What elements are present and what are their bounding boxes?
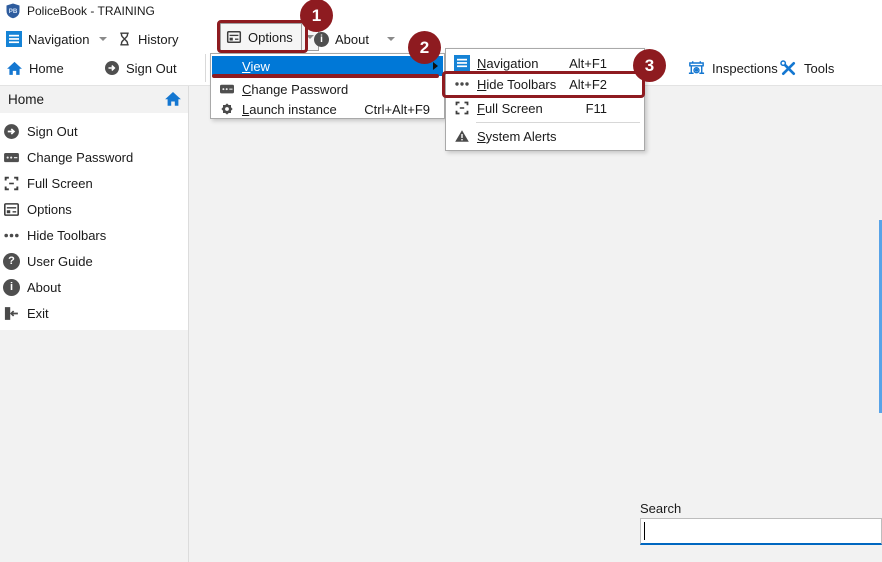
tools-label: Tools bbox=[804, 61, 834, 76]
arrow-circle-icon bbox=[104, 60, 120, 76]
exit-icon bbox=[3, 305, 20, 322]
menu-shortcut: Ctrl+Alt+F9 bbox=[364, 102, 443, 117]
sign-out-button[interactable]: Sign Out bbox=[100, 55, 181, 81]
menu-item-label: Change Password bbox=[242, 82, 443, 97]
sidebar-item-exit[interactable]: Exit bbox=[0, 300, 188, 326]
inspections-button[interactable]: Inspections bbox=[683, 55, 782, 81]
annotation-box-options bbox=[217, 20, 308, 53]
fullscreen-icon bbox=[454, 100, 470, 116]
home-button[interactable]: Home bbox=[2, 55, 68, 81]
question-icon: ? bbox=[3, 253, 20, 270]
hamburger-icon bbox=[6, 31, 22, 47]
about-label: About bbox=[335, 32, 369, 47]
submenu-item-system-alerts[interactable]: System Alerts bbox=[447, 126, 643, 146]
info-circle-icon: i bbox=[314, 32, 329, 47]
navigation-button[interactable]: Navigation bbox=[2, 26, 111, 52]
tools-button[interactable]: Tools bbox=[775, 55, 838, 81]
arrow-circle-icon bbox=[3, 123, 20, 140]
menu-item-label: Full Screen bbox=[477, 101, 586, 116]
sidebar-item-options[interactable]: Options bbox=[0, 196, 188, 222]
main-content-area bbox=[189, 86, 882, 562]
menu-item-label: Launch instance bbox=[242, 102, 364, 117]
history-label: History bbox=[138, 32, 178, 47]
view-submenu: Navigation Alt+F1 Hide Toolbars Alt+F2 F… bbox=[445, 48, 645, 151]
warning-triangle-icon bbox=[454, 128, 470, 144]
home-label: Home bbox=[29, 61, 64, 76]
menu-separator bbox=[476, 122, 640, 123]
window-title: PoliceBook - TRAINING bbox=[27, 4, 155, 18]
password-icon bbox=[219, 81, 235, 97]
sidebar-item-user-guide[interactable]: ? User Guide bbox=[0, 248, 188, 274]
sidebar-item-about[interactable]: i About bbox=[0, 274, 188, 300]
navigation-label: Navigation bbox=[28, 32, 89, 47]
text-cursor bbox=[644, 522, 645, 540]
sidebar-item-label: About bbox=[27, 280, 61, 295]
sidebar-item-full-screen[interactable]: Full Screen bbox=[0, 170, 188, 196]
sidebar-item-change-password[interactable]: Change Password bbox=[0, 144, 188, 170]
sidebar-item-label: Options bbox=[27, 202, 72, 217]
chevron-down-icon bbox=[99, 37, 107, 41]
annotation-badge-3: 3 bbox=[633, 49, 666, 82]
history-button[interactable]: History bbox=[113, 26, 182, 52]
sidebar-header-title: Home bbox=[8, 92, 44, 107]
search-label: Search bbox=[640, 501, 681, 516]
sidebar-item-label: Sign Out bbox=[27, 124, 78, 139]
menu-item-label: Navigation bbox=[477, 56, 569, 71]
annotation-badge-1: 1 bbox=[300, 0, 333, 32]
annotation-box-hide-toolbars bbox=[442, 71, 645, 98]
sidebar: Sign Out Change Password Full Screen Opt… bbox=[0, 113, 188, 330]
title-bar: PB PoliceBook - TRAINING bbox=[0, 0, 882, 22]
home-icon bbox=[6, 60, 23, 77]
submenu-arrow-icon bbox=[433, 62, 438, 70]
menu-item-launch-instance[interactable]: Launch instance Ctrl+Alt+F9 bbox=[212, 99, 443, 119]
options-menu: View Change Password Launch instance Ctr… bbox=[210, 53, 445, 119]
hourglass-icon bbox=[117, 31, 132, 47]
toolbar-separator bbox=[205, 54, 206, 82]
menu-item-label: View bbox=[242, 59, 443, 74]
sign-out-label: Sign Out bbox=[126, 61, 177, 76]
sidebar-header: Home bbox=[0, 86, 188, 113]
menu-shortcut: F11 bbox=[586, 101, 643, 116]
inspections-label: Inspections bbox=[712, 61, 778, 76]
sidebar-item-label: Full Screen bbox=[27, 176, 93, 191]
sidebar-item-label: Exit bbox=[27, 306, 49, 321]
fullscreen-icon bbox=[3, 175, 20, 192]
submenu-item-navigation[interactable]: Navigation Alt+F1 bbox=[447, 53, 643, 73]
dots-icon bbox=[3, 227, 20, 244]
sidebar-item-hide-toolbars[interactable]: Hide Toolbars bbox=[0, 222, 188, 248]
annotation-badge-2: 2 bbox=[408, 31, 441, 64]
menu-item-change-password[interactable]: Change Password bbox=[212, 79, 443, 99]
menu-item-label: System Alerts bbox=[477, 129, 643, 144]
submenu-item-full-screen[interactable]: Full Screen F11 bbox=[447, 98, 643, 118]
menu-item-view[interactable]: View bbox=[212, 56, 443, 76]
sidebar-lower-area bbox=[0, 330, 188, 562]
sidebar-item-sign-out[interactable]: Sign Out bbox=[0, 118, 188, 144]
hamburger-icon bbox=[454, 55, 470, 71]
annotation-underline-view bbox=[212, 74, 439, 78]
app-shield-icon: PB bbox=[5, 3, 21, 19]
menu-shortcut: Alt+F1 bbox=[569, 56, 643, 71]
info-icon: i bbox=[3, 279, 20, 296]
svg-text:PB: PB bbox=[9, 8, 18, 15]
sidebar-item-label: Hide Toolbars bbox=[27, 228, 106, 243]
chevron-down-icon bbox=[387, 37, 395, 41]
crossed-tools-icon bbox=[779, 59, 798, 78]
sidebar-item-label: Change Password bbox=[27, 150, 133, 165]
home-icon[interactable] bbox=[164, 90, 182, 108]
form-window-icon bbox=[3, 201, 20, 218]
inspection-machine-icon bbox=[687, 59, 706, 78]
search-input[interactable] bbox=[640, 518, 882, 545]
gear-icon bbox=[219, 101, 235, 117]
password-icon bbox=[3, 149, 20, 166]
sidebar-item-label: User Guide bbox=[27, 254, 93, 269]
